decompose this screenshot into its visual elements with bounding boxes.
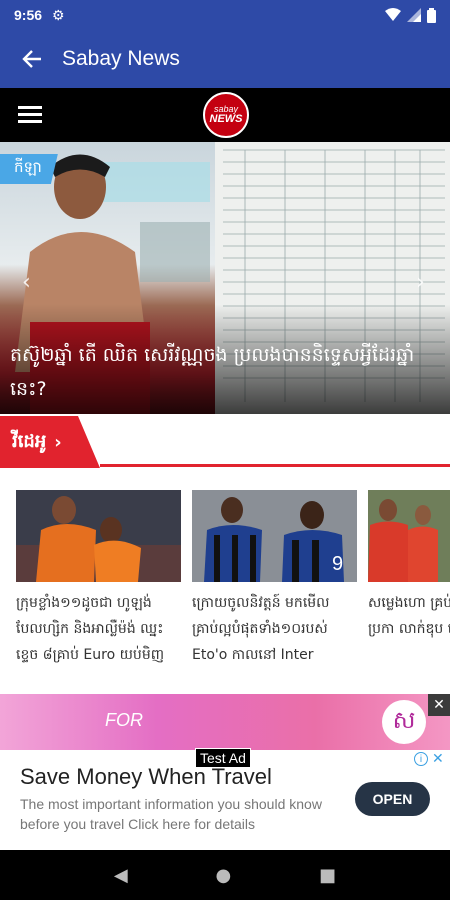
- ad-open-button[interactable]: OPEN: [355, 782, 430, 816]
- nav-home-icon[interactable]: ●: [216, 865, 232, 886]
- ad-info-icon[interactable]: i: [414, 752, 428, 766]
- card-title[interactable]: ក្រុមខ្លាំង១១ដូចជា ហូឡង់ បែលហ្សិក និងអាល…: [16, 590, 181, 668]
- app-title: Sabay News: [62, 47, 180, 70]
- hero-slider[interactable]: កីឡា ‹ › តស៊ូ២ឆ្នាំ តើ ឈិត សេរីវណ្ណចង ប្…: [0, 142, 450, 414]
- video-card[interactable]: សម្លេងហោ គ្រប់សាលា អំឡុងប្រកា លាក់ឌុប អេ: [368, 490, 450, 642]
- app-bar: Sabay News: [0, 30, 450, 88]
- ad-banner[interactable]: FOR ស ✕: [0, 694, 450, 750]
- signal-icon: [407, 8, 421, 22]
- nav-recents-icon[interactable]: ■: [319, 865, 336, 886]
- ad-close-icon[interactable]: ✕: [428, 694, 450, 716]
- card-title[interactable]: ក្រោយចូលនិវត្តន៍ មកមើល គ្រាប់ល្អបំផុតទាំ…: [192, 590, 357, 668]
- section-header-video[interactable]: វីដេអូ ›: [0, 416, 450, 468]
- section-divider: [100, 464, 450, 467]
- hamburger-menu-icon[interactable]: [18, 106, 42, 124]
- battery-icon: [427, 7, 436, 23]
- section-label: វីដេអូ: [12, 430, 47, 452]
- ad-subtitle[interactable]: The most important information you shoul…: [20, 794, 340, 834]
- nav-back-icon[interactable]: ◀: [114, 865, 128, 886]
- video-card-list[interactable]: ក្រុមខ្លាំង១១ដូចជា ហូឡង់ បែលហ្សិក និងអាល…: [16, 490, 450, 686]
- svg-text:9: 9: [332, 553, 343, 575]
- slider-prev-icon[interactable]: ‹: [22, 270, 31, 295]
- logo-line2: NEWS: [209, 113, 243, 125]
- chevron-right-icon: ›: [54, 431, 62, 453]
- ad-badge-icon: ស: [382, 700, 426, 744]
- video-card[interactable]: 9 ក្រោយចូលនិវត្តន៍ មកមើល គ្រាប់ល្អបំផុតទ…: [192, 490, 357, 668]
- hero-headline[interactable]: តស៊ូ២ឆ្នាំ តើ ឈិត សេរីវណ្ណចង ប្រលងបាននិទ…: [10, 338, 440, 406]
- status-bar: 9:56 ⚙: [0, 0, 450, 30]
- ad-title[interactable]: Save Money When Travel: [20, 764, 272, 790]
- hero-category-tag[interactable]: កីឡា: [0, 154, 58, 184]
- status-icons: [385, 7, 436, 23]
- ad-banner-text: FOR: [105, 710, 143, 730]
- settings-gear-icon: ⚙: [52, 6, 65, 23]
- status-time: 9:56: [14, 7, 43, 23]
- site-header: sabay NEWS: [0, 88, 450, 142]
- slider-next-icon[interactable]: ›: [416, 270, 425, 295]
- ad-dismiss-icon[interactable]: ✕: [432, 750, 444, 767]
- ad-container[interactable]: FOR ស ✕ Test Ad i ✕ Save Money When Trav…: [0, 694, 450, 850]
- section-ribbon[interactable]: វីដេអូ ›: [0, 416, 100, 468]
- card-thumbnail: [16, 490, 181, 582]
- card-thumbnail: 9: [192, 490, 357, 582]
- card-title[interactable]: សម្លេងហោ គ្រប់សាលា អំឡុងប្រកា លាក់ឌុប អេ: [368, 590, 450, 642]
- wifi-icon: [385, 8, 401, 21]
- system-nav-bar: ◀ ● ■: [0, 850, 450, 900]
- video-card[interactable]: ក្រុមខ្លាំង១១ដូចជា ហូឡង់ បែលហ្សិក និងអាល…: [16, 490, 181, 668]
- sabay-news-logo[interactable]: sabay NEWS: [203, 92, 249, 138]
- arrow-back-icon[interactable]: [18, 45, 46, 73]
- card-thumbnail: [368, 490, 450, 582]
